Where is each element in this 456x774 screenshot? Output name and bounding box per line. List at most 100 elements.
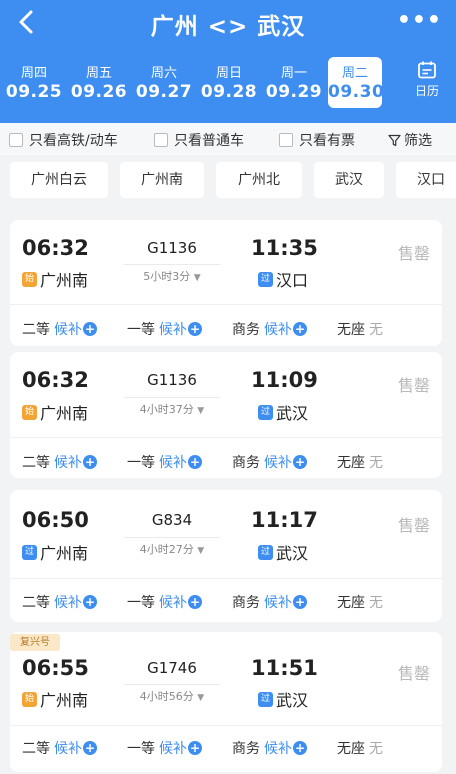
date-tab[interactable]: 周日 09.28 <box>199 56 259 108</box>
calendar-label: 日历 <box>414 84 439 98</box>
seat-availability: 候补 <box>264 322 292 338</box>
sold-out-status: 售罄 <box>397 516 430 535</box>
top-bar: 广州 <> 武汉 ••• 周四 09.25 周五 09.26 周六 09.27 … <box>0 0 456 123</box>
plus-icon: + <box>188 455 202 469</box>
date-tab[interactable]: 周一 09.29 <box>264 56 324 108</box>
arrival-station: 过 武汉 <box>258 540 308 564</box>
funnel-icon <box>388 134 401 146</box>
date-tab[interactable]: 周五 09.26 <box>69 56 129 108</box>
departure-time: 06:55 <box>22 656 89 680</box>
seat-class: 二等 <box>22 595 50 611</box>
station-chip[interactable]: 广州南 <box>120 162 204 198</box>
train-card[interactable]: 06:50 G834 11:17 售罄 过 广州南 4小时27分 ▼ 过 武汉 … <box>10 490 442 622</box>
checkbox-box <box>9 133 23 147</box>
available-only-checkbox[interactable]: 只看有票 <box>279 130 355 150</box>
seat-class: 一等 <box>127 595 155 611</box>
date-value: 09.30 <box>328 82 385 102</box>
seat-class: 商务 <box>232 741 260 757</box>
date-weekday: 周五 <box>85 66 112 81</box>
arrival-time: 11:35 <box>251 236 318 260</box>
seat-no-seat: 无座无 <box>337 452 383 472</box>
page-title: 广州 <> 武汉 <box>150 14 306 40</box>
station-chip[interactable]: 广州北 <box>216 162 302 198</box>
pass-tag: 过 <box>258 404 273 420</box>
sold-out-status: 售罄 <box>397 376 430 395</box>
seat-first-class[interactable]: 一等 候补 + <box>127 592 202 612</box>
pass-tag: 过 <box>258 691 273 707</box>
duration[interactable]: 4小时56分 ▼ <box>124 684 220 704</box>
arrival-station: 过 汉口 <box>258 267 308 291</box>
seat-second-class[interactable]: 二等 候补 + <box>22 592 97 612</box>
normal-only-checkbox[interactable]: 只看普通车 <box>154 130 244 150</box>
date-tab[interactable]: 周六 09.27 <box>134 56 194 108</box>
seat-first-class[interactable]: 一等 候补 + <box>127 319 202 339</box>
start-tag: 始 <box>22 691 37 707</box>
seat-class: 商务 <box>232 595 260 611</box>
station-chip[interactable]: 武汉 <box>314 162 384 198</box>
date-value: 09.26 <box>70 82 128 102</box>
seat-second-class[interactable]: 二等 候补 + <box>22 452 97 472</box>
seat-no-seat: 无座无 <box>337 738 383 758</box>
seat-availability: 候补 <box>159 455 187 471</box>
seat-class: 二等 <box>22 322 50 338</box>
seat-business-class[interactable]: 商务 候补 + <box>232 592 307 612</box>
high-speed-only-checkbox[interactable]: 只看高铁/动车 <box>9 130 118 150</box>
seat-business-class[interactable]: 商务 候补 + <box>232 452 307 472</box>
train-card[interactable]: 06:32 G1136 11:09 售罄 始 广州南 4小时37分 ▼ 过 武汉… <box>10 352 442 478</box>
chevron-down-icon: ▼ <box>193 273 201 283</box>
train-card[interactable]: 06:55 G1746 11:51 售罄 始 广州南 4小时56分 ▼ 过 武汉… <box>10 632 442 772</box>
seat-business-class[interactable]: 商务 候补 + <box>232 738 307 758</box>
train-number: G834 <box>151 511 193 529</box>
divider <box>10 304 442 305</box>
date-tab-selected[interactable]: 周二 09.30 <box>328 57 385 108</box>
seat-second-class[interactable]: 二等 候补 + <box>22 319 97 339</box>
station-chip[interactable]: 广州白云 <box>10 162 108 198</box>
seat-availability: 候补 <box>54 322 82 338</box>
pass-tag: 过 <box>258 544 273 560</box>
chevron-down-icon: ▼ <box>197 693 205 703</box>
arrival-time: 11:17 <box>251 508 318 532</box>
seat-first-class[interactable]: 一等 候补 + <box>127 738 202 758</box>
seat-availability: 候补 <box>54 741 82 757</box>
date-tab[interactable]: 周四 09.25 <box>4 56 64 108</box>
date-selector: 周四 09.25 周五 09.26 周六 09.27 周日 09.28 周一 0… <box>0 56 456 112</box>
date-value: 09.25 <box>5 82 63 102</box>
duration[interactable]: 5小时3分 ▼ <box>124 264 220 284</box>
divider <box>10 578 442 579</box>
screen-button[interactable]: 筛选 <box>388 130 432 150</box>
checkbox-box <box>154 133 168 147</box>
plus-icon: + <box>293 595 307 609</box>
filter-bar: 只看高铁/动车 只看普通车 只看有票 筛选 <box>0 123 456 155</box>
seat-no-seat: 无座无 <box>337 319 383 339</box>
station-name: 武汉 <box>276 544 309 563</box>
seat-business-class[interactable]: 商务 候补 + <box>232 319 307 339</box>
seat-first-class[interactable]: 一等 候补 + <box>127 452 202 472</box>
train-number: G1136 <box>147 371 197 389</box>
arrival-station: 过 武汉 <box>258 400 308 424</box>
plus-icon: + <box>83 741 97 755</box>
calendar-button[interactable]: 日历 <box>406 60 448 99</box>
seat-class: 无座 <box>337 741 365 757</box>
station-name: 武汉 <box>276 404 309 423</box>
seat-availability: 候补 <box>159 322 187 338</box>
duration[interactable]: 4小时27分 ▼ <box>124 537 220 557</box>
seat-availability: 候补 <box>159 595 187 611</box>
plus-icon: + <box>83 322 97 336</box>
plus-icon: + <box>83 455 97 469</box>
station-chip[interactable]: 汉口 <box>396 162 456 198</box>
seat-class: 无座 <box>337 322 365 338</box>
plus-icon: + <box>188 322 202 336</box>
date-value: 09.29 <box>265 82 323 102</box>
seat-availability: 无 <box>369 741 383 757</box>
sold-out-status: 售罄 <box>397 664 430 683</box>
duration[interactable]: 4小时37分 ▼ <box>124 397 220 417</box>
more-icon[interactable]: ••• <box>397 8 442 33</box>
seat-second-class[interactable]: 二等 候补 + <box>22 738 97 758</box>
train-number: G1746 <box>147 659 197 677</box>
duration-value: 4小时37分 <box>139 403 194 416</box>
station-name: 广州南 <box>40 691 89 710</box>
train-card[interactable]: 06:32 G1136 11:35 售罄 始 广州南 5小时3分 ▼ 过 汉口 … <box>10 220 442 346</box>
duration-value: 4小时56分 <box>139 690 194 703</box>
date-weekday: 周一 <box>280 66 307 81</box>
departure-station: 过 广州南 <box>22 540 88 564</box>
